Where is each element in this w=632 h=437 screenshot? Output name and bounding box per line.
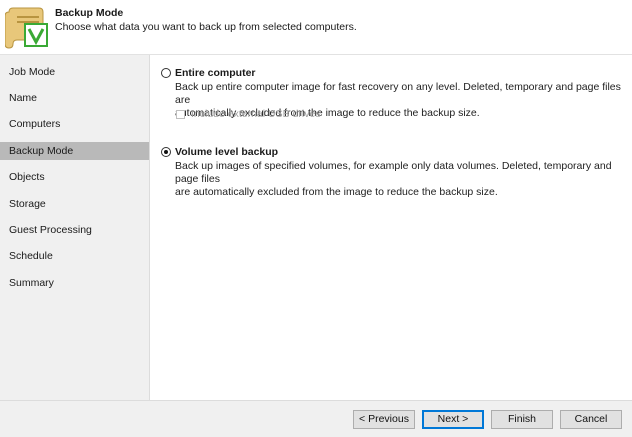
sidebar-item-name[interactable]: Name (0, 89, 149, 107)
entire-computer-radio[interactable] (161, 68, 171, 78)
include-usb-label: Include external USB drives (191, 108, 321, 120)
sidebar-item-summary[interactable]: Summary (0, 274, 149, 292)
sidebar-item-backup-mode[interactable]: Backup Mode (0, 142, 149, 160)
entire-computer-desc-line1: Back up entire computer image for fast r… (175, 81, 621, 106)
volume-level-label[interactable]: Volume level backup (175, 146, 278, 158)
backup-mode-panel: Entire computer Back up entire computer … (150, 55, 632, 400)
sidebar-item-schedule[interactable]: Schedule (0, 247, 149, 265)
volume-level-radio[interactable] (161, 147, 171, 157)
include-usb-checkbox[interactable] (176, 110, 185, 119)
sidebar-item-guest-processing[interactable]: Guest Processing (0, 221, 149, 239)
wizard-footer: < Previous Next > Finish Cancel (0, 400, 632, 437)
volume-level-desc-line2: are automatically excluded from the imag… (175, 186, 498, 198)
volume-level-description: Back up images of specified volumes, for… (175, 160, 625, 199)
sidebar-item-computers[interactable]: Computers (0, 115, 149, 133)
wizard-steps-sidebar: Job Mode Name Computers Backup Mode Obje… (0, 55, 150, 400)
backup-scroll-icon (5, 7, 48, 49)
previous-button[interactable]: < Previous (353, 410, 415, 429)
sidebar-item-objects[interactable]: Objects (0, 168, 149, 186)
next-button[interactable]: Next > (422, 410, 484, 429)
cancel-button[interactable]: Cancel (560, 410, 622, 429)
page-title: Backup Mode (55, 7, 124, 19)
volume-level-desc-line1: Back up images of specified volumes, for… (175, 160, 612, 185)
wizard-header: Backup Mode Choose what data you want to… (0, 0, 632, 55)
sidebar-item-job-mode[interactable]: Job Mode (0, 63, 149, 81)
finish-button[interactable]: Finish (491, 410, 553, 429)
entire-computer-label[interactable]: Entire computer (175, 67, 256, 79)
page-subtitle: Choose what data you want to back up fro… (55, 21, 357, 33)
sidebar-item-storage[interactable]: Storage (0, 195, 149, 213)
